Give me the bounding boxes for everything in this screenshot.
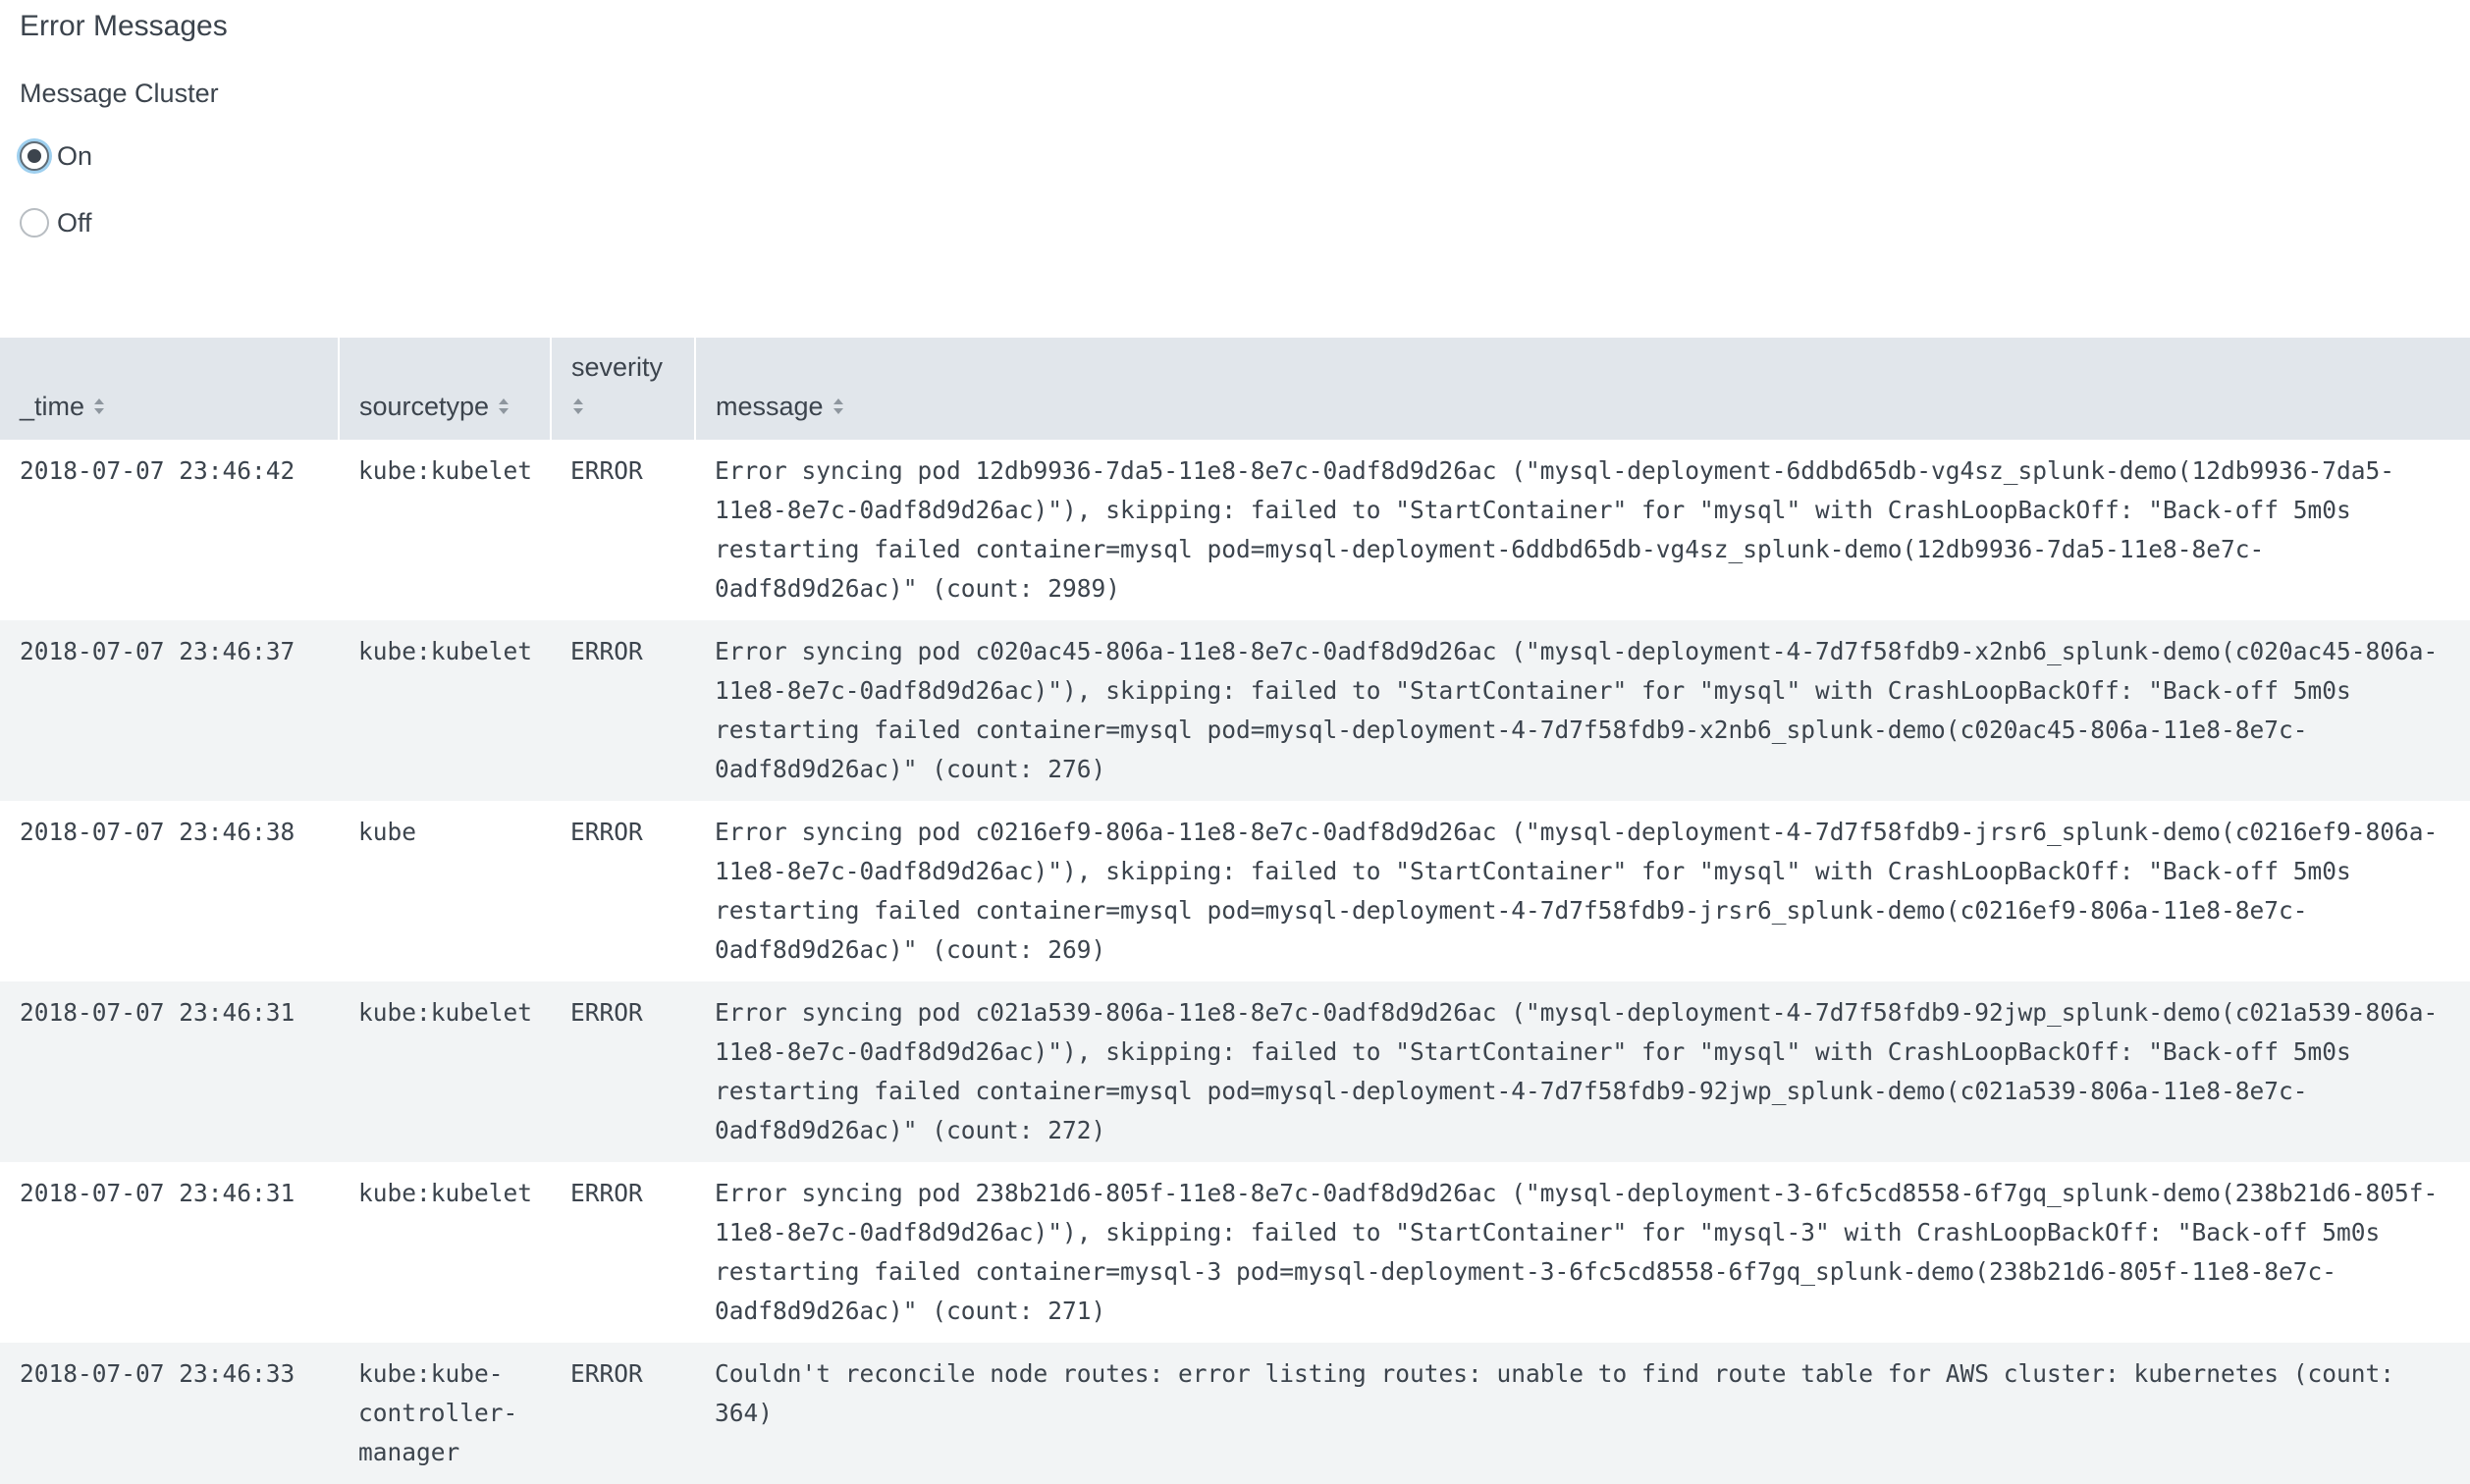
sort-icon: [832, 398, 843, 414]
cell-message: Error syncing pod 238b21d6-805f-11e8-8e7…: [695, 1162, 2470, 1343]
column-header-label: sourcetype: [359, 392, 490, 421]
cell-severity: ERROR: [551, 620, 695, 801]
cell-severity: ERROR: [551, 981, 695, 1162]
radio-option-on[interactable]: On: [20, 135, 92, 177]
sort-icon: [94, 398, 105, 414]
table-row[interactable]: 2018-07-07 23:46:31 kube:kubelet ERROR E…: [0, 981, 2470, 1162]
cell-sourcetype: kube:kubelet: [339, 1162, 551, 1343]
column-header-sourcetype[interactable]: sourcetype: [339, 338, 552, 440]
cell-time: 2018-07-07 23:46:37: [0, 620, 339, 801]
column-header-label: _time: [20, 392, 85, 421]
cell-sourcetype: kube: [339, 801, 551, 981]
cell-severity: ERROR: [551, 801, 695, 981]
table-row[interactable]: 2018-07-07 23:46:33 kube:kube-controller…: [0, 1343, 2470, 1484]
radio-label-on: On: [57, 141, 93, 171]
radio-dot-icon: [27, 149, 41, 163]
cell-time: 2018-07-07 23:46:38: [0, 801, 339, 981]
column-header-time[interactable]: _time: [0, 338, 340, 440]
radio-option-off[interactable]: Off: [20, 202, 92, 243]
cell-time: 2018-07-07 23:46:33: [0, 1343, 339, 1484]
cell-severity: ERROR: [551, 440, 695, 620]
cell-message: Error syncing pod c0216ef9-806a-11e8-8e7…: [695, 801, 2470, 981]
message-cluster-label: Message Cluster: [20, 79, 219, 108]
column-header-message[interactable]: message: [695, 338, 2470, 440]
cell-time: 2018-07-07 23:46:31: [0, 1162, 339, 1343]
table-header-row: _time sourcetype severity message: [0, 338, 2470, 440]
cell-sourcetype: kube:kubelet: [339, 981, 551, 1162]
sort-icon: [573, 398, 583, 414]
cell-message: Error syncing pod 12db9936-7da5-11e8-8e7…: [695, 440, 2470, 620]
cell-sourcetype: kube:kube-controller-manager: [339, 1343, 551, 1484]
cell-message: Error syncing pod c020ac45-806a-11e8-8e7…: [695, 620, 2470, 801]
cell-message: Couldn't reconcile node routes: error li…: [695, 1343, 2470, 1484]
column-header-label: message: [716, 392, 824, 421]
column-header-severity[interactable]: severity: [551, 338, 696, 440]
cell-time: 2018-07-07 23:46:42: [0, 440, 339, 620]
cell-message: Error syncing pod c021a539-806a-11e8-8e7…: [695, 981, 2470, 1162]
radio-unchecked-icon[interactable]: [20, 208, 49, 238]
cell-time: 2018-07-07 23:46:31: [0, 981, 339, 1162]
sort-icon: [499, 398, 510, 414]
radio-label-off: Off: [57, 208, 92, 238]
panel-title: Error Messages: [20, 10, 228, 42]
table-row[interactable]: 2018-07-07 23:46:37 kube:kubelet ERROR E…: [0, 620, 2470, 801]
cell-sourcetype: kube:kubelet: [339, 620, 551, 801]
column-header-label: severity: [571, 352, 664, 382]
results-table: _time sourcetype severity message 2018-0…: [0, 338, 2470, 1484]
cell-sourcetype: kube:kubelet: [339, 440, 551, 620]
cell-severity: ERROR: [551, 1343, 695, 1484]
cell-severity: ERROR: [551, 1162, 695, 1343]
table-row[interactable]: 2018-07-07 23:46:38 kube ERROR Error syn…: [0, 801, 2470, 981]
radio-checked-icon[interactable]: [20, 141, 49, 171]
table-row[interactable]: 2018-07-07 23:46:31 kube:kubelet ERROR E…: [0, 1162, 2470, 1343]
table-row[interactable]: 2018-07-07 23:46:42 kube:kubelet ERROR E…: [0, 440, 2470, 620]
